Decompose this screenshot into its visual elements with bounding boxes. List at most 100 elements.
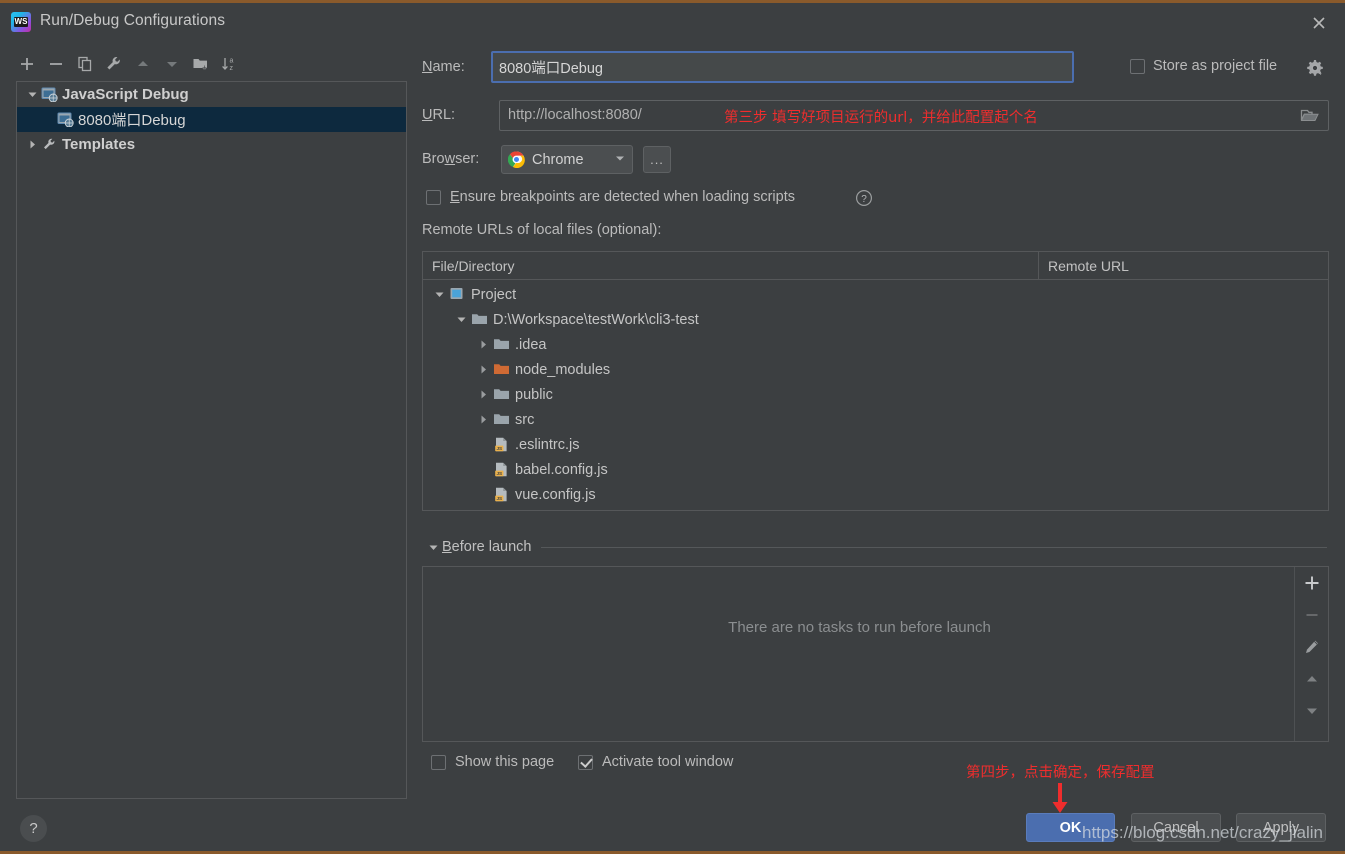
remote-urls-table: File/Directory Remote URL Project D:\Work… [422,251,1329,511]
edit-task-button[interactable] [1300,636,1324,658]
dialog-title: Run/Debug Configurations [40,12,225,30]
table-row[interactable]: JS babel.config.js [423,457,1328,482]
tree-item-label: JavaScript Debug [62,86,189,103]
table-row[interactable]: D:\Workspace\testWork\cli3-test [423,307,1328,332]
browser-label: Browser: [422,151,479,167]
folder-gray-icon [493,387,510,402]
tree-item-8080-debug[interactable]: 8080端口Debug [17,107,406,132]
svg-text:?: ? [861,194,867,205]
table-row[interactable]: public [423,382,1328,407]
add-configuration-button[interactable] [16,53,38,75]
table-row-label: Project [471,287,516,303]
help-button[interactable]: ? [20,815,47,842]
tree-group-templates[interactable]: Templates [17,132,406,157]
move-down-button[interactable] [161,53,183,75]
remove-configuration-button[interactable] [45,53,67,75]
svg-text:JS: JS [496,446,502,451]
svg-text:JS: JS [496,496,502,501]
tree-item-label: Templates [62,136,135,153]
checkbox-box[interactable] [578,755,593,770]
table-row-label: node_modules [515,362,610,378]
name-input[interactable] [491,51,1074,83]
table-header: File/Directory Remote URL [423,252,1328,280]
expand-toggle-icon[interactable] [473,364,493,375]
svg-text:a: a [230,58,234,65]
add-task-button[interactable] [1300,572,1324,594]
expand-toggle-icon[interactable] [473,414,493,425]
expand-toggle-icon[interactable] [424,542,442,553]
section-divider [541,547,1327,548]
chrome-icon [508,151,525,168]
help-circle-icon[interactable]: ? [855,189,873,212]
table-row-label: public [515,387,553,403]
move-task-down-button[interactable] [1300,700,1324,722]
table-row-label: vue.config.js [515,487,596,503]
remote-urls-label: Remote URLs of local files (optional): [422,222,661,238]
store-as-project-file-label: Store as project file [1153,58,1277,74]
js-file-icon: JS [493,437,510,452]
expand-toggle-icon[interactable] [451,314,471,325]
folder-orange-icon [493,362,510,377]
ok-annotation-text: 第四步，点击确定，保存配置 [966,761,1155,782]
edit-templates-button[interactable] [103,53,125,75]
copy-configuration-button[interactable] [74,53,96,75]
browser-more-button[interactable]: ... [643,146,671,173]
table-row-label: babel.config.js [515,462,608,478]
table-row-label: D:\Workspace\testWork\cli3-test [493,312,699,328]
folder-gray-icon [493,412,510,427]
checkbox-box[interactable] [1130,59,1145,74]
table-row[interactable]: .idea [423,332,1328,357]
column-header-file-directory: File/Directory [423,252,1039,279]
expand-toggle-icon[interactable] [429,289,449,300]
sort-configurations-button[interactable]: a z [219,53,241,75]
new-folder-button[interactable] [190,53,212,75]
configurations-tree[interactable]: JavaScript Debug 8080端口Debug [16,81,407,799]
js-file-icon: JS [493,462,510,477]
tree-item-label: 8080端口Debug [78,109,186,130]
table-row[interactable]: JS vue.config.js [423,482,1328,507]
before-launch-panel: There are no tasks to run before launch [422,566,1329,742]
table-row[interactable]: Project [423,282,1328,307]
move-up-button[interactable] [132,53,154,75]
expand-toggle-icon[interactable] [23,89,41,100]
show-this-page-checkbox[interactable]: Show this page [431,754,554,770]
column-header-remote-url: Remote URL [1039,252,1328,279]
activate-tool-window-checkbox[interactable]: Activate tool window [578,754,733,770]
before-launch-header[interactable]: Before launch [424,536,1329,558]
svg-text:z: z [230,65,234,72]
collapse-toggle-icon[interactable] [23,139,41,150]
expand-toggle-icon[interactable] [473,339,493,350]
table-row-label: .eslintrc.js [515,437,579,453]
url-label: URL: [422,107,455,123]
folder-gray-icon [493,337,510,352]
before-launch-toolbar [1294,567,1328,741]
before-launch-empty-text: There are no tasks to run before launch [423,619,1296,636]
wrench-icon [41,137,58,152]
close-icon[interactable] [1307,11,1331,35]
store-as-project-file-checkbox[interactable]: Store as project file [1130,58,1277,74]
show-this-page-label: Show this page [455,754,554,770]
expand-toggle-icon[interactable] [473,389,493,400]
watermark-text: https://blog.csdn.net/crazy_jialin [1082,823,1323,843]
remove-task-button [1300,604,1324,626]
checkbox-box[interactable] [426,190,441,205]
ensure-breakpoints-label: Ensure breakpoints are detected when loa… [450,189,795,205]
move-task-up-button[interactable] [1300,668,1324,690]
table-row[interactable]: node_modules [423,357,1328,382]
table-row[interactable]: src [423,407,1328,432]
gear-icon[interactable] [1306,59,1324,82]
url-value: http://localhost:8080/ [508,107,642,123]
ensure-breakpoints-checkbox[interactable]: Ensure breakpoints are detected when loa… [426,189,795,205]
tree-group-javascript-debug[interactable]: JavaScript Debug [17,82,406,107]
js-debug-icon [57,112,74,127]
table-row-label: src [515,412,534,428]
browser-select[interactable]: Chrome [501,145,633,174]
run-debug-configurations-dialog: WS Run/Debug Configurations [0,0,1345,854]
svg-text:JS: JS [496,471,502,476]
browser-value: Chrome [532,152,614,168]
folder-open-icon[interactable] [1300,107,1320,125]
name-label: Name: [422,59,465,75]
checkbox-box[interactable] [431,755,446,770]
chevron-down-icon[interactable] [614,151,626,169]
table-row[interactable]: JS .eslintrc.js [423,432,1328,457]
